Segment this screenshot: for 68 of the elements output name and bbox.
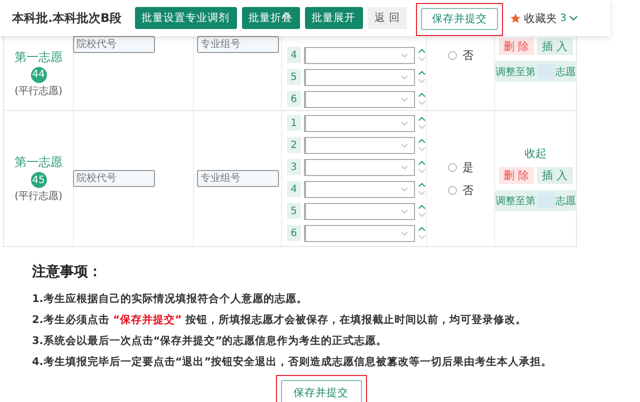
choice-title: 第一志愿 <box>14 48 62 66</box>
insert-button[interactable]: 插 入 <box>537 167 572 184</box>
move-suffix: 志愿 <box>556 194 576 208</box>
batch-button[interactable]: 批量展开 <box>304 7 363 29</box>
batch-button[interactable]: 批量设置专业调剂 <box>134 7 237 29</box>
chevron-down-icon[interactable] <box>569 15 578 21</box>
collapse-link[interactable]: 收起 <box>524 146 546 161</box>
star-icon <box>510 12 522 24</box>
notes-title: 注意事项： <box>32 263 103 281</box>
group-code-field[interactable]: 专业组号 <box>196 170 278 187</box>
save-submit-button[interactable]: 保存并提交 <box>421 8 498 30</box>
note-text: 1.考生应根据自己的实际情况填报符合个人意愿的志愿。 <box>32 292 308 307</box>
page-title: 本科批.本科批次B段 <box>12 10 122 26</box>
choice-type: (平行志愿) <box>14 84 62 98</box>
caret-icon <box>401 230 408 236</box>
radio-button[interactable] <box>448 51 456 60</box>
radio-label: 否 <box>462 48 474 63</box>
caret-icon <box>401 164 408 170</box>
major-number: 4 <box>287 181 301 197</box>
caret-icon <box>401 96 408 102</box>
major-number: 4 <box>287 47 301 63</box>
note-text: 3.系统会以最后一次点击“保存并提交”的志愿信息作为考生的正式志愿。 <box>32 334 388 349</box>
caret-icon <box>401 142 408 148</box>
back-button[interactable]: 返 回 <box>368 7 408 29</box>
move-prefix: 调整至第 <box>496 194 536 208</box>
batch-button[interactable]: 批量折叠 <box>242 7 300 29</box>
delete-button[interactable]: 删 除 <box>498 167 534 184</box>
major-number: 6 <box>287 91 301 107</box>
major-select[interactable] <box>304 158 416 176</box>
insert-button[interactable]: 插 入 <box>537 38 572 55</box>
major-select[interactable] <box>304 202 416 220</box>
major-select[interactable] <box>304 68 416 86</box>
major-number: 5 <box>287 69 301 85</box>
radio-button[interactable] <box>448 186 456 194</box>
major-select[interactable] <box>304 136 416 154</box>
choice-number: 44 <box>30 66 46 82</box>
save-submit-button[interactable]: 保存并提交 <box>280 380 362 402</box>
move-prefix: 调整至第 <box>496 66 536 78</box>
major-select[interactable] <box>304 46 416 64</box>
move-suffix: 志愿 <box>556 66 576 78</box>
caret-icon <box>401 208 408 214</box>
major-number: 5 <box>287 203 301 219</box>
radio-button[interactable] <box>448 162 456 172</box>
note-text: 4.考生填报完毕后一定要点击“退出”按钮安全退出，否则造成志愿信息被篡改等一切后果由考生本人承担。 <box>32 354 554 370</box>
choice-number: 45 <box>30 172 46 188</box>
delete-button[interactable]: 删 除 <box>498 38 534 55</box>
radio-label: 否 <box>462 182 474 198</box>
caret-icon <box>401 74 408 80</box>
school-code-field[interactable]: 院校代号 <box>72 36 154 53</box>
major-number: 1 <box>287 115 301 131</box>
major-number: 2 <box>287 137 301 153</box>
favorites-link[interactable]: 收藏夹 <box>524 10 558 26</box>
radio-label: 是 <box>462 160 474 174</box>
major-select[interactable] <box>304 90 416 108</box>
major-select[interactable] <box>304 114 416 132</box>
major-number: 6 <box>287 225 301 241</box>
major-select[interactable] <box>304 180 416 198</box>
caret-icon <box>401 186 408 192</box>
choice-type: (平行志愿) <box>14 190 62 203</box>
favorites-count: 3 <box>560 12 566 24</box>
caret-icon <box>401 52 408 58</box>
choice-title: 第一志愿 <box>14 154 62 171</box>
major-number: 3 <box>287 159 301 175</box>
school-code-field[interactable]: 院校代号 <box>72 170 154 187</box>
note-text: 2.考生必须点击 “保存并提交” 按钮，所填报志愿才会被保存，在填报截止时间以前，均可登录修改。 <box>32 312 528 328</box>
major-select[interactable] <box>304 224 416 242</box>
caret-icon <box>401 120 408 126</box>
group-code-field[interactable]: 专业组号 <box>196 36 278 53</box>
